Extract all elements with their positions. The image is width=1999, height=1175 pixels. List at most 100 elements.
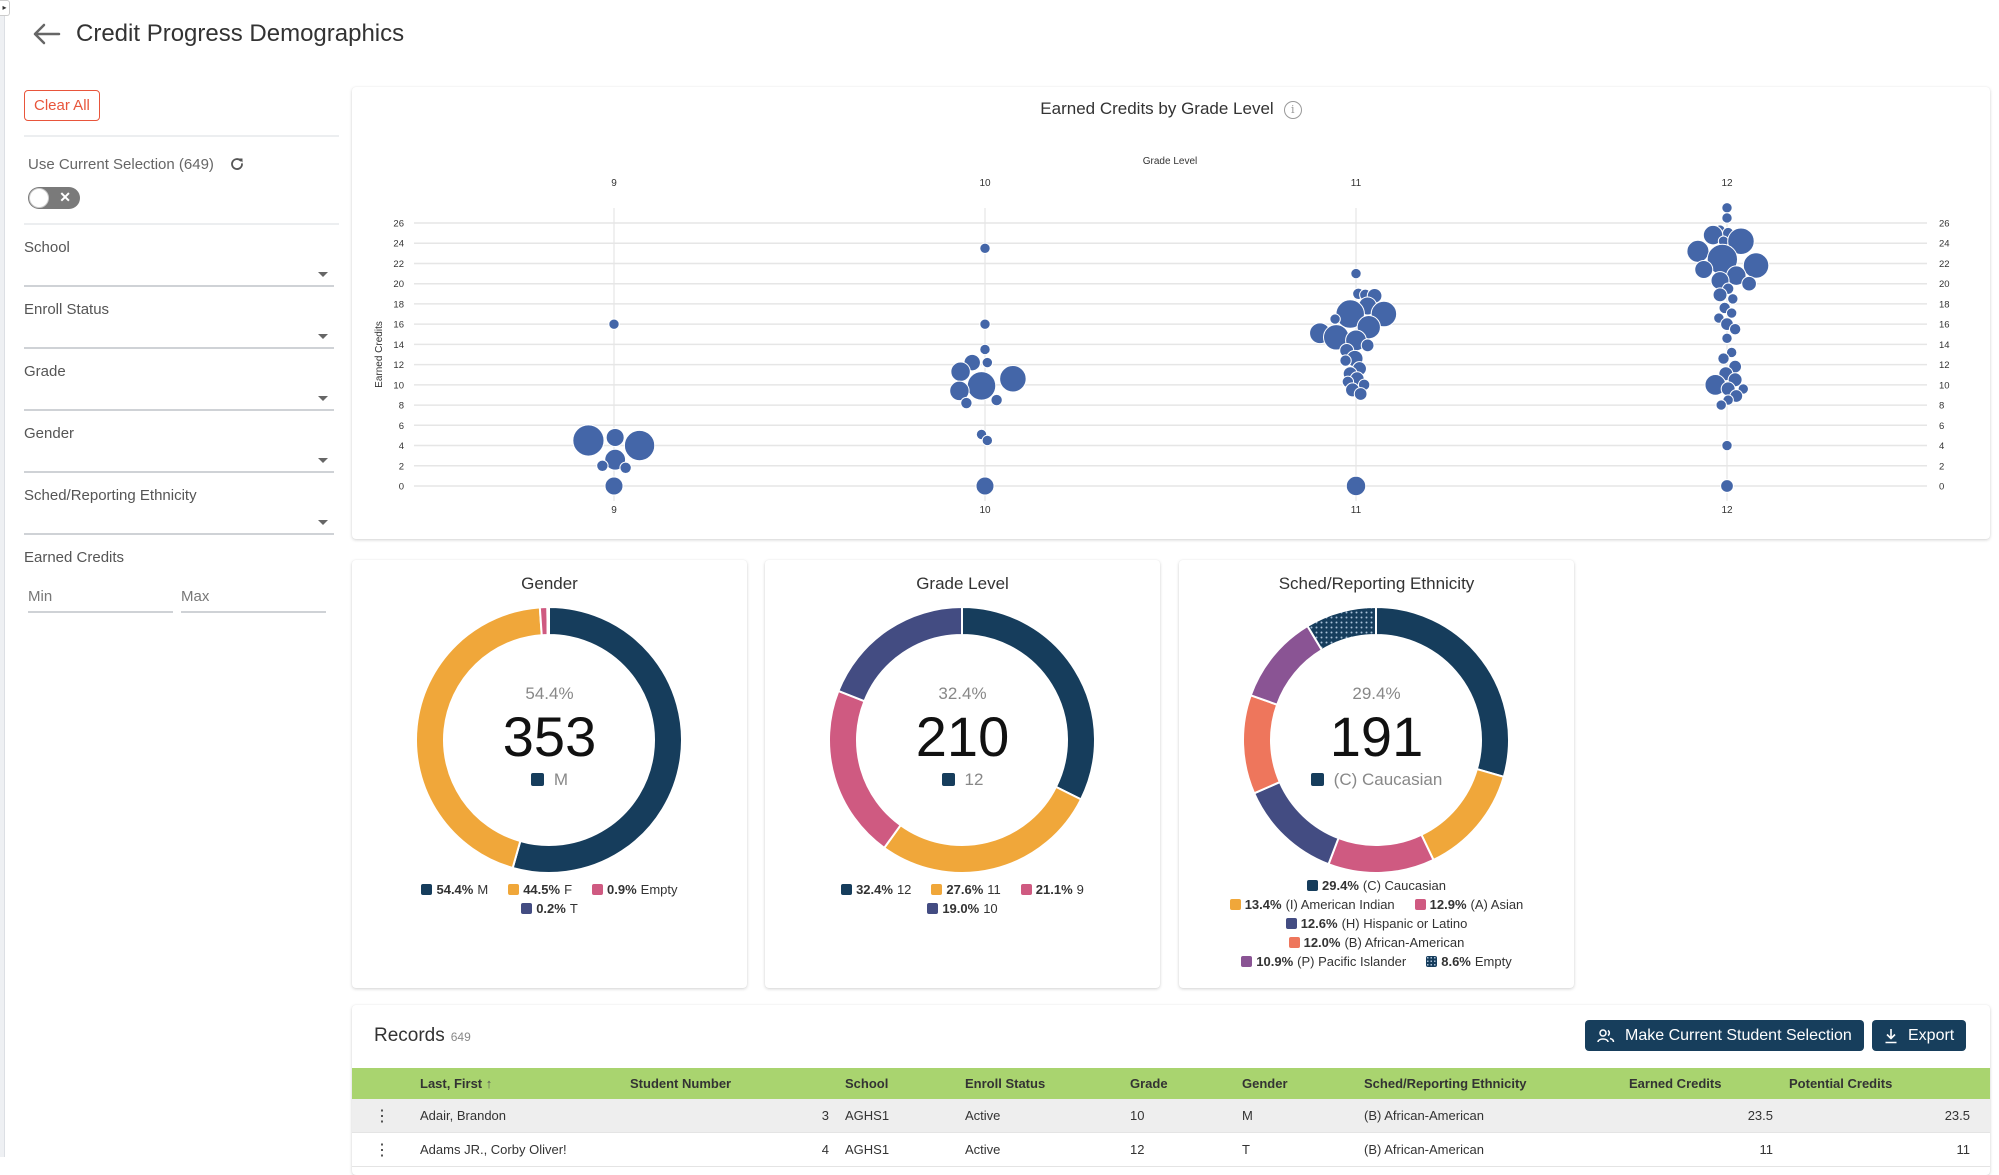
col-student-number[interactable]: Student Number: [622, 1068, 837, 1099]
legend-item[interactable]: 21.1% 9: [1020, 880, 1084, 899]
row-menu-icon[interactable]: ⋮: [352, 1132, 412, 1167]
legend-percent: 54.4%: [436, 882, 474, 897]
legend-item[interactable]: 19.0% 10: [927, 899, 998, 918]
legend-percent: 13.4%: [1244, 897, 1282, 912]
legend-row: 0.2% T: [362, 899, 737, 918]
col-gender[interactable]: Gender: [1234, 1068, 1356, 1099]
records-title: Records 649: [374, 1025, 471, 1047]
y-tick-label: 18: [393, 299, 404, 310]
bubble-point: [1721, 439, 1733, 452]
legend-swatch: [1241, 956, 1253, 967]
center-percent: 29.4%: [1352, 684, 1401, 703]
col-ethnicity[interactable]: Sched/Reporting Ethnicity: [1356, 1068, 1621, 1099]
filter-label: School: [24, 239, 70, 256]
export-button[interactable]: Export: [1872, 1020, 1967, 1051]
toggle-knob: [29, 188, 49, 208]
earned-credits-range: [28, 584, 339, 613]
bubble-point: [608, 318, 620, 330]
school-filter[interactable]: School: [24, 239, 334, 287]
chart-legend: 32.4% 12 27.6% 11 21.1% 9 19.0% 10: [775, 880, 1150, 918]
clear-all-button[interactable]: Clear All: [24, 90, 100, 121]
filter-label: Enroll Status: [24, 301, 110, 318]
back-button[interactable]: [28, 16, 64, 52]
legend-item[interactable]: 32.4% 12: [841, 880, 911, 899]
records-title-text: Records: [374, 1025, 445, 1046]
x-tick-label-top: 10: [979, 178, 991, 189]
y-tick-label-right: 14: [1939, 340, 1950, 351]
row-menu-icon[interactable]: ⋮: [352, 1099, 412, 1133]
col-potential-credits[interactable]: Potential Credits: [1781, 1068, 1990, 1099]
legend-swatch: [1285, 918, 1297, 929]
col-last-first[interactable]: Last, First ↑: [412, 1068, 622, 1099]
ethnicity-filter[interactable]: Sched/Reporting Ethnicity: [24, 487, 334, 535]
x-axis-title: Grade Level: [1143, 156, 1197, 167]
y-tick-label-right: 22: [1939, 259, 1950, 270]
legend-item[interactable]: 0.2% T: [521, 899, 578, 918]
x-tick-label: 9: [611, 505, 617, 516]
gender-filter[interactable]: Gender: [24, 425, 334, 473]
table-row[interactable]: ⋮ Adair, Brandon 3 AGHS1 Active 10 M (B)…: [352, 1099, 1990, 1133]
legend-item[interactable]: 10.9% (P) Pacific Islander: [1241, 952, 1406, 971]
col-enroll-status[interactable]: Enroll Status: [957, 1068, 1122, 1099]
cell-ethnicity: (B) African-American: [1356, 1099, 1621, 1133]
legend-label: 12: [896, 882, 912, 897]
legend-label: M: [477, 882, 489, 897]
legend-swatch: [1229, 899, 1241, 910]
refresh-icon[interactable]: [228, 155, 246, 173]
bubble-point: [1686, 239, 1710, 263]
center-percent: 32.4%: [938, 684, 987, 703]
donut-slice: [1327, 833, 1435, 874]
center-label-text: (C) Caucasian: [1333, 770, 1443, 789]
y-tick-label-right: 10: [1939, 380, 1950, 391]
table-row[interactable]: ⋮ Adams JR., Corby Oliver! 4 AGHS1 Activ…: [352, 1132, 1990, 1167]
bubble-point: [979, 318, 991, 330]
cell-gender: T: [1234, 1132, 1356, 1167]
legend-swatch: [1288, 937, 1300, 948]
legend-item[interactable]: 12.9% (A) Asian: [1414, 895, 1523, 914]
earned-credits-chart-card: Earned Credits by Grade Level i Grade Lev…: [352, 87, 1990, 539]
center-label: (C) Caucasian: [1179, 770, 1574, 790]
col-earned-credits[interactable]: Earned Credits: [1621, 1068, 1781, 1099]
scatter-plot: Grade LevelEarned Credits0 02 24 46 68 810 101…: [374, 156, 1950, 516]
bubble-point: [966, 371, 997, 401]
bubble-point: [623, 429, 656, 462]
legend-item[interactable]: 13.4% (I) American Indian: [1229, 895, 1395, 914]
legend-item[interactable]: 12.0% (B) African-American: [1288, 933, 1464, 952]
y-tick-label-right: 12: [1939, 360, 1950, 371]
legend-item[interactable]: 27.6% 11: [931, 880, 1001, 899]
legend-label: (I) American Indian: [1285, 897, 1395, 912]
max-credits-input[interactable]: [181, 584, 326, 613]
center-swatch: [1310, 773, 1324, 786]
legend-percent: 44.5%: [523, 882, 561, 897]
legend-item[interactable]: 8.6% Empty: [1426, 952, 1512, 971]
bubble-point: [1721, 332, 1733, 345]
legend-item[interactable]: 44.5% F: [508, 880, 572, 899]
legend-row: 12.6% (H) Hispanic or Latino: [1189, 914, 1564, 933]
chart-legend: 29.4% (C) Caucasian 13.4% (I) American Indi…: [1189, 876, 1564, 971]
cell-gender: M: [1234, 1099, 1356, 1133]
cell-enroll-status: Active: [957, 1099, 1122, 1133]
expand-panel-handle[interactable]: ▸: [0, 0, 10, 16]
legend-item[interactable]: 0.9% Empty: [592, 880, 678, 899]
use-current-selection-toggle[interactable]: ✕: [28, 187, 80, 209]
legend-percent: 29.4%: [1322, 878, 1359, 893]
min-credits-input[interactable]: [28, 584, 173, 613]
legend-percent: 0.9%: [607, 882, 637, 897]
legend-item[interactable]: 54.4% M: [421, 880, 488, 899]
bubble-point: [1360, 338, 1375, 353]
grade-filter[interactable]: Grade: [24, 363, 334, 411]
col-grade[interactable]: Grade: [1122, 1068, 1234, 1099]
y-tick-label: 24: [393, 239, 404, 250]
cell-grade: 12: [1122, 1132, 1234, 1167]
bubble-point: [1725, 307, 1738, 319]
legend-percent: 8.6%: [1441, 954, 1471, 969]
center-label: 12: [765, 770, 1160, 790]
y-tick-label-right: 26: [1939, 219, 1950, 230]
legend-item[interactable]: 29.4% (C) Caucasian: [1307, 876, 1446, 895]
bubble-point: [1720, 479, 1734, 493]
legend-item[interactable]: 12.6% (H) Hispanic or Latino: [1285, 914, 1467, 933]
col-school[interactable]: School: [837, 1068, 957, 1099]
legend-swatch: [927, 903, 939, 914]
make-current-student-selection-button[interactable]: Make Current Student Selection: [1585, 1020, 1864, 1051]
enroll-status-filter[interactable]: Enroll Status: [24, 301, 334, 349]
